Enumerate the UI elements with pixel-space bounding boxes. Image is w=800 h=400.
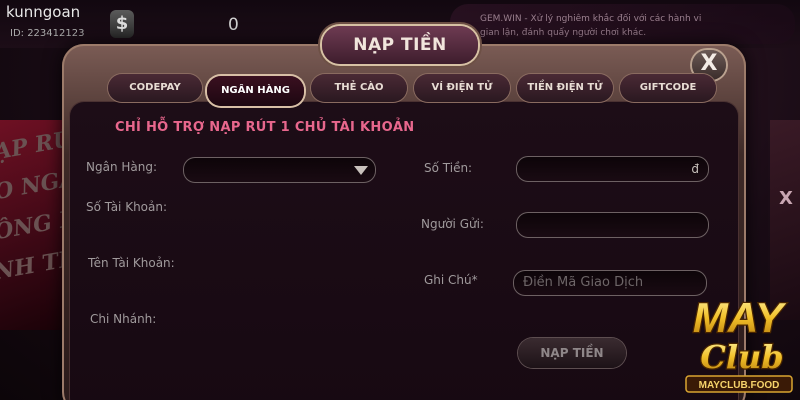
deposit-submit-button[interactable]: NẠP TIỀN [518,338,626,368]
dollar-icon[interactable]: $ [110,10,134,38]
logo-line1: MAY [693,294,787,341]
tab-codepay[interactable]: CODEPAY [108,74,202,102]
logo-line2: Club [700,338,783,376]
account-name-label: Tên Tài Khoản: [88,256,175,270]
promo-line: NH TRẢ [0,242,68,286]
chevron-down-icon [354,166,368,175]
dialog-title: NẠP TIỀN [353,35,447,55]
mayclub-logo: MAY Club MAYCLUB.FOOD [685,293,793,393]
ticker-text: GEM.WIN - Xử lý nghiêm khắc đối với các … [480,14,702,38]
user-id: ID: 223412123 [10,28,85,39]
tab-giftcode[interactable]: GIFTCODE [620,74,716,102]
dialog-title-plate: NẠP TIỀN [322,26,478,64]
sender-input[interactable] [516,212,709,238]
announcement-ticker: GEM.WIN - Xử lý nghiêm khắc đối với các … [450,4,795,44]
branch-label: Chi Nhánh: [90,312,157,326]
promo-right-badge: X [779,188,793,209]
balance-value: 0 [228,15,239,35]
username: kunngoan [6,3,81,21]
bank-label: Ngân Hàng: [86,160,158,174]
notice-text: CHỈ HỖ TRỢ NẠP RÚT 1 CHỦ TÀI KHOẢN [115,120,415,135]
sender-label: Người Gửi: [421,217,484,231]
currency-symbol: đ [691,162,699,176]
note-label: Ghi Chú* [424,273,478,287]
dialog-body [70,102,738,400]
amount-input[interactable]: đ [516,156,709,182]
tab-crypto[interactable]: TIỀN ĐIỆN TỬ [517,74,613,102]
promo-line: O NGAY [0,162,68,206]
amount-label: Số Tiền: [424,161,473,175]
promo-banner-left[interactable]: ẠP RÚ O NGAY ÔNG NG NH TRẢ [0,120,68,330]
account-number-label: Số Tài Khoản: [86,200,168,214]
tab-scratch-card[interactable]: THẺ CÀO [311,74,407,102]
tab-e-wallet[interactable]: VÍ ĐIỆN TỬ [414,74,510,102]
tab-bank[interactable]: NGÂN HÀNG [207,76,304,106]
promo-line: ÔNG NG [0,201,68,246]
note-placeholder: Điền Mã Giao Dịch [523,275,644,290]
bank-select[interactable] [183,157,376,183]
promo-line: ẠP RÚ [0,125,68,166]
logo-domain: MAYCLUB.FOOD [699,380,780,391]
